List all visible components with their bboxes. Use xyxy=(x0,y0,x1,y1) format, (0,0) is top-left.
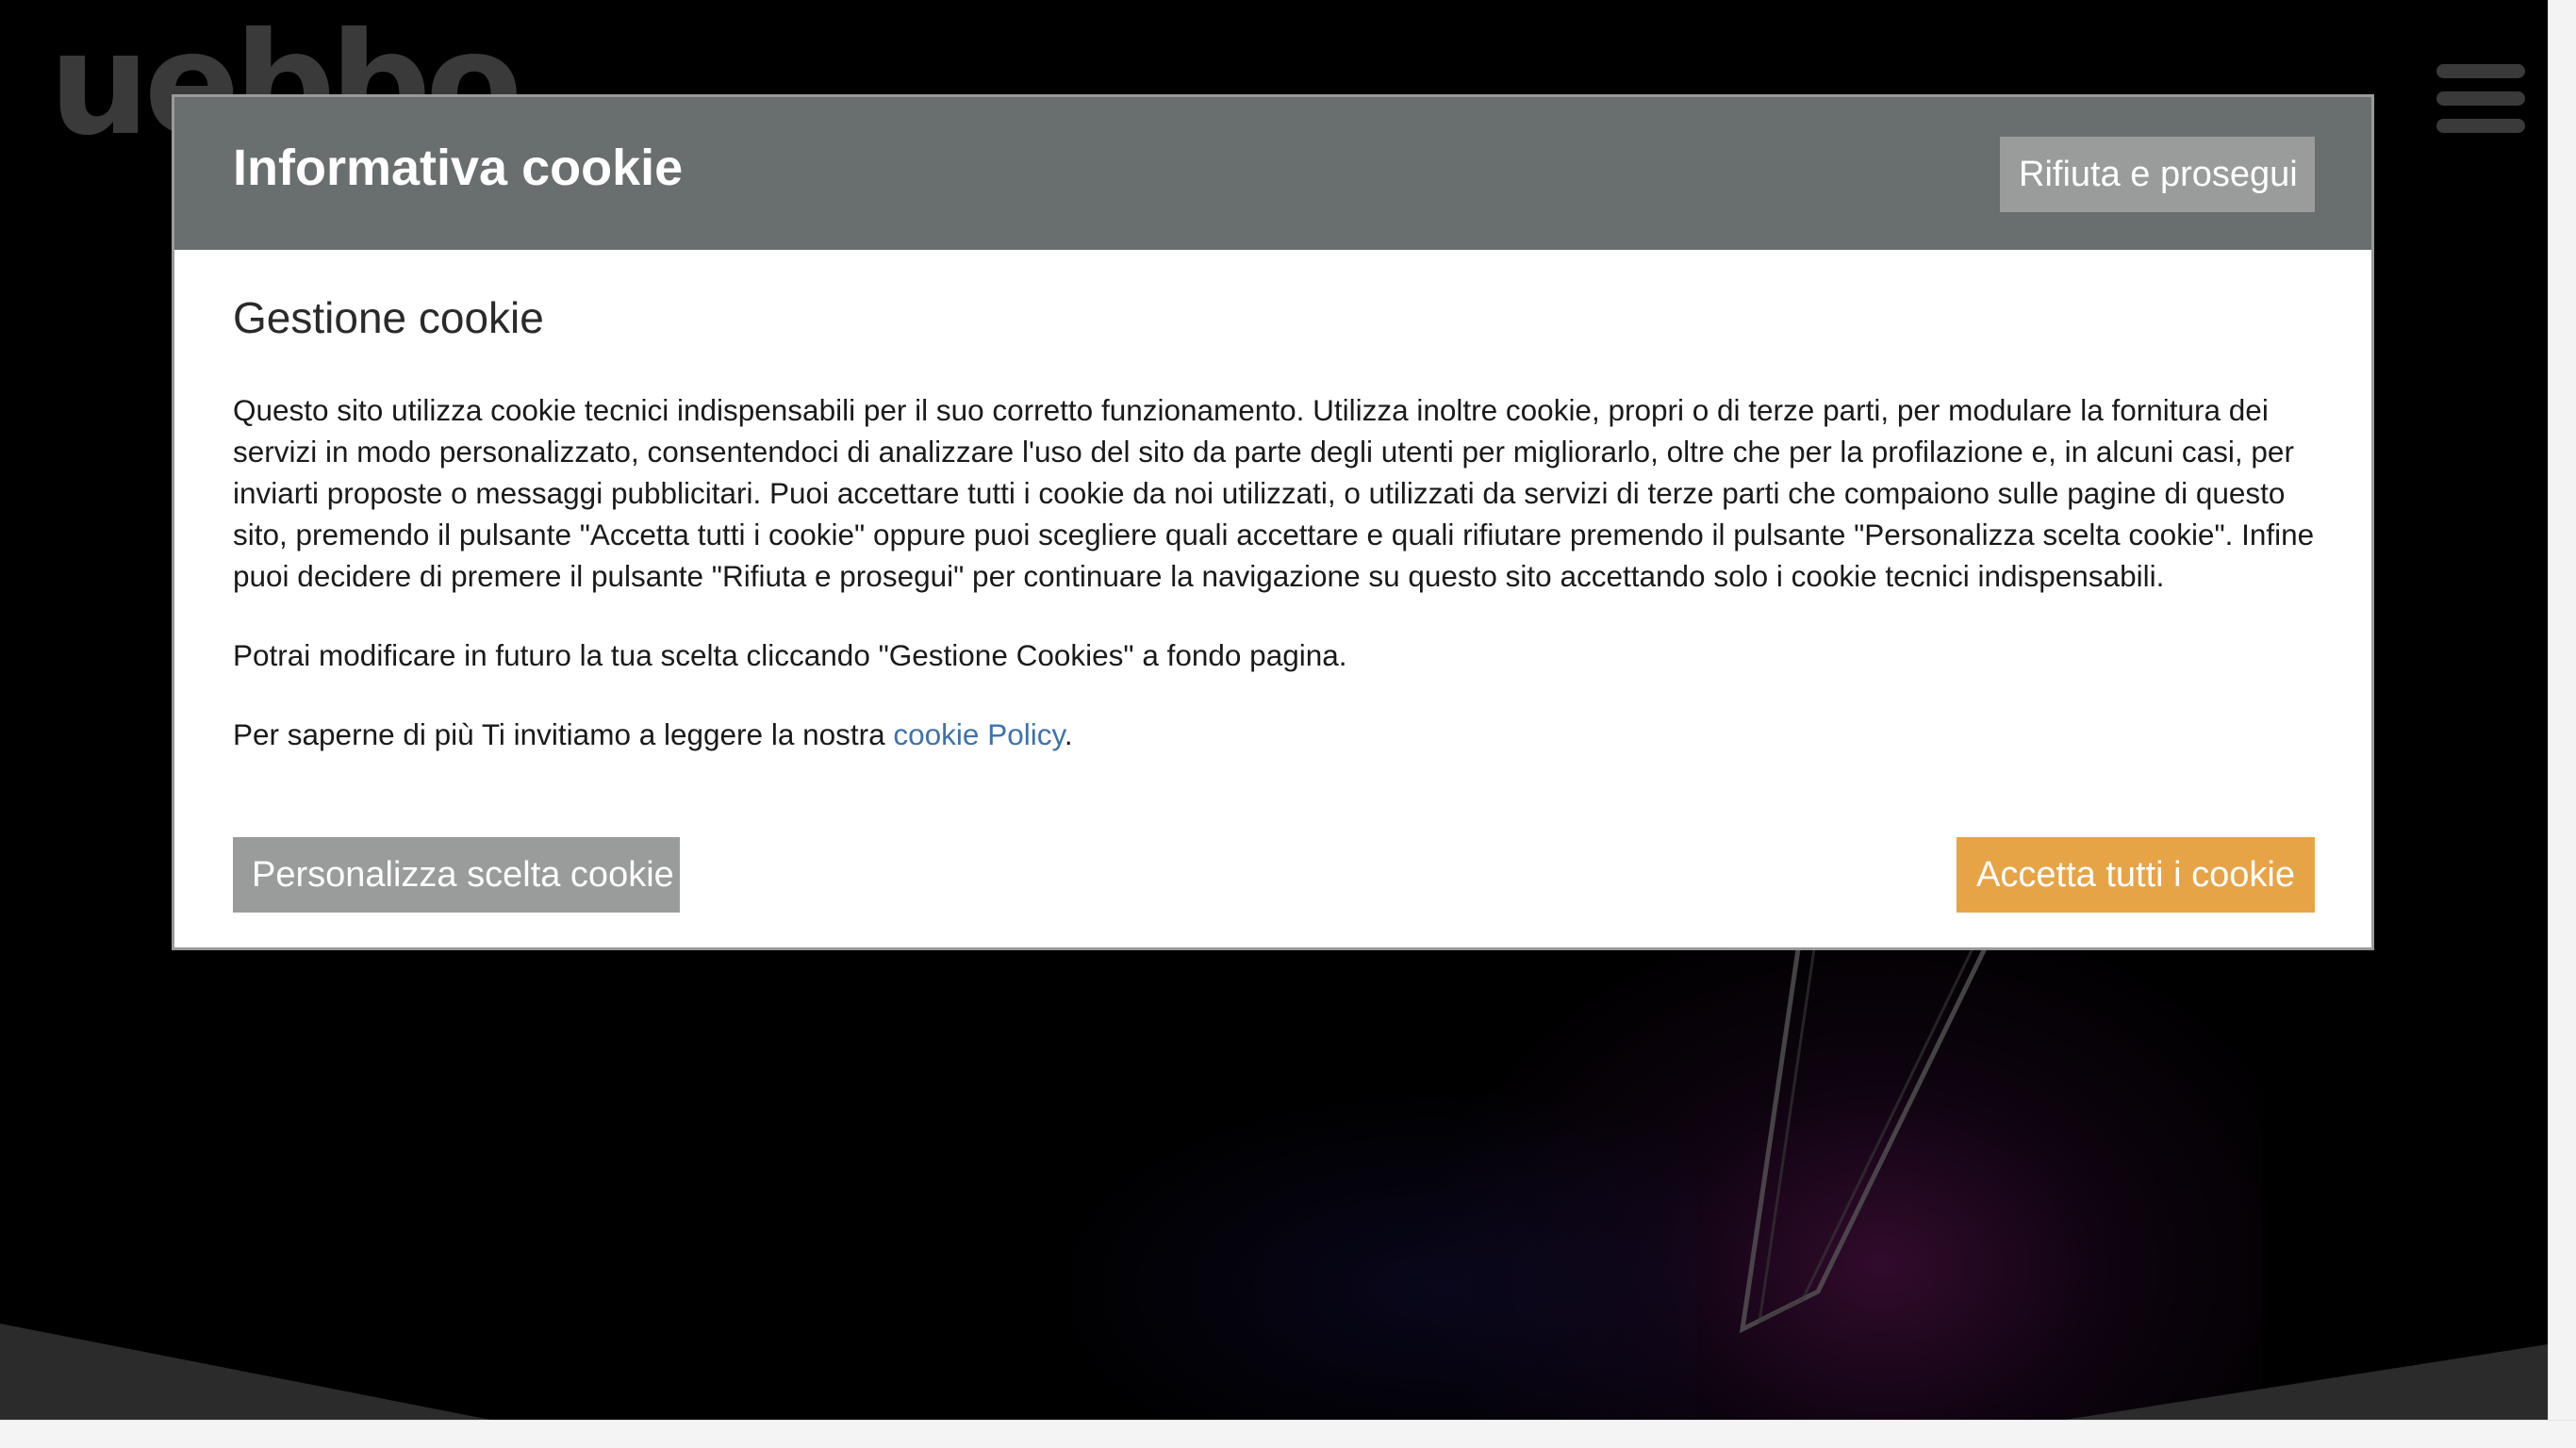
cookie-policy-prefix: Per saperne di più Ti invitiamo a legger… xyxy=(233,717,894,751)
cookie-change-note: Potrai modificare in futuro la tua scelt… xyxy=(233,638,1347,672)
cookie-policy-note: Per saperne di più Ti invitiamo a legger… xyxy=(233,714,2313,755)
cookie-dialog-body: Gestione cookie Questo sito utilizza coo… xyxy=(174,250,2371,755)
cookie-management-heading: Gestione cookie xyxy=(233,293,544,342)
hamburger-icon-bar xyxy=(2436,64,2525,78)
bottom-strip xyxy=(0,1420,2576,1448)
cookie-policy-link[interactable]: cookie Policy xyxy=(893,717,1065,751)
menu-button[interactable] xyxy=(2436,64,2525,134)
customize-cookies-button[interactable]: Personalizza scelta cookie xyxy=(233,837,680,913)
cookie-policy-suffix: . xyxy=(1064,717,1073,751)
hamburger-icon-bar xyxy=(2436,119,2525,133)
cookie-dialog-header: Informativa cookie Rifiuta e prosegui xyxy=(174,97,2371,250)
accept-all-button[interactable]: Accetta tutti i cookie xyxy=(1957,837,2315,913)
hero-light-line xyxy=(1739,941,1990,1334)
cookie-dialog: Informativa cookie Rifiuta e prosegui Ge… xyxy=(172,94,2374,950)
hero-bottom-wedge-right xyxy=(2065,1344,2548,1420)
reject-button[interactable]: Rifiuta e prosegui xyxy=(2000,137,2315,212)
page-scrollbar[interactable] xyxy=(2548,0,2576,1420)
cookie-description: Questo sito utilizza cookie tecnici indi… xyxy=(233,393,2315,593)
cookie-dialog-title: Informativa cookie xyxy=(233,140,684,196)
hero-bottom-wedge-left xyxy=(0,1324,490,1420)
hamburger-icon-bar xyxy=(2436,91,2525,106)
